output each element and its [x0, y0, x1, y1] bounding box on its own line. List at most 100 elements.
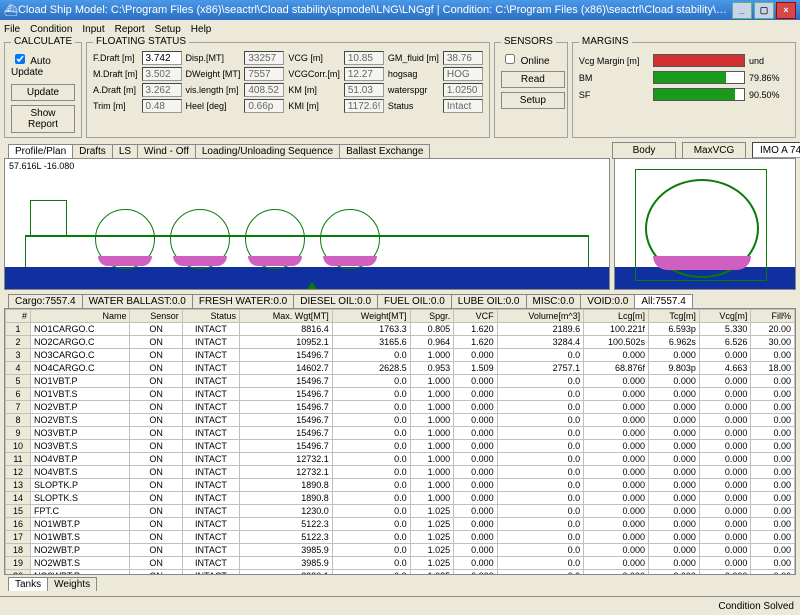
menu-input[interactable]: Input [82, 24, 104, 35]
table-row[interactable]: 15FPT.CONINTACT1230.00.01.0250.0000.00.0… [6, 505, 795, 518]
float-label: VCG [m] [288, 53, 340, 63]
table-row[interactable]: 16NO1WBT.PONINTACT5122.30.01.0250.0000.0… [6, 518, 795, 531]
column-header[interactable]: Max. Wgt[MT] [240, 310, 333, 323]
read-button[interactable]: Read [501, 71, 565, 88]
column-header[interactable]: Fill% [751, 310, 795, 323]
table-row[interactable]: 11NO4VBT.PONINTACT12732.10.01.0000.0000.… [6, 453, 795, 466]
maximize-button[interactable]: ▢ [754, 2, 774, 19]
float-value[interactable] [344, 99, 384, 113]
float-value[interactable] [142, 67, 182, 81]
float-value[interactable] [443, 99, 483, 113]
coord-readout: 57.616L -16.080 [9, 161, 74, 171]
column-header[interactable]: Vcg[m] [699, 310, 751, 323]
table-row[interactable]: 12NO4VBT.SONINTACT12732.10.01.0000.0000.… [6, 466, 795, 479]
float-value[interactable] [244, 99, 284, 113]
float-value[interactable] [443, 83, 483, 97]
profile-view[interactable]: 57.616L -16.080 [4, 158, 610, 290]
minimize-button[interactable]: _ [732, 2, 752, 19]
table-row[interactable]: 10NO3VBT.SONINTACT15496.70.01.0000.0000.… [6, 440, 795, 453]
table-row[interactable]: 9NO3VBT.PONINTACT15496.70.01.0000.0000.0… [6, 427, 795, 440]
tab[interactable]: WATER BALLAST:0.0 [82, 294, 193, 308]
menu-file[interactable]: File [4, 24, 20, 35]
tab[interactable]: LUBE OIL:0.0 [451, 294, 527, 308]
column-header[interactable]: Spgr. [410, 310, 453, 323]
table-row[interactable]: 14SLOPTK.SONINTACT1890.80.01.0000.0000.0… [6, 492, 795, 505]
criteria-select[interactable]: IMO A 749 Intact Criter… [752, 142, 800, 158]
table-row[interactable]: 17NO1WBT.SONINTACT5122.30.01.0250.0000.0… [6, 531, 795, 544]
float-value[interactable] [244, 83, 284, 97]
maxvcg-button[interactable]: MaxVCG [682, 142, 746, 159]
tab[interactable]: VOID:0.0 [580, 294, 635, 308]
table-row[interactable]: 6NO1VBT.SONINTACT15496.70.01.0000.0000.0… [6, 388, 795, 401]
tab[interactable]: Loading/Unloading Sequence [195, 144, 340, 158]
table-row[interactable]: 18NO2WBT.PONINTACT3985.90.01.0250.0000.0… [6, 544, 795, 557]
column-header[interactable]: Tcg[m] [649, 310, 700, 323]
column-header[interactable]: Lcg[m] [584, 310, 649, 323]
menu-condition[interactable]: Condition [30, 24, 72, 35]
float-value[interactable] [142, 51, 182, 65]
update-button[interactable]: Update [11, 84, 75, 101]
show-report-button[interactable]: Show Report [11, 105, 75, 133]
menu-help[interactable]: Help [191, 24, 212, 35]
body-button[interactable]: Body [612, 142, 676, 159]
tab[interactable]: Ballast Exchange [339, 144, 430, 158]
window-title: Cload Ship Model: C:\Program Files (x86)… [18, 4, 730, 16]
table-row[interactable]: 5NO1VBT.PONINTACT15496.70.01.0000.0000.0… [6, 375, 795, 388]
tab[interactable]: Wind - Off [137, 144, 196, 158]
menu-report[interactable]: Report [115, 24, 145, 35]
float-value[interactable] [443, 67, 483, 81]
column-header[interactable]: Status [182, 310, 239, 323]
menu-setup[interactable]: Setup [155, 24, 181, 35]
tab[interactable]: LS [112, 144, 138, 158]
table-row[interactable]: 20NO3WBT.PONINTACT3936.10.01.0250.0000.0… [6, 570, 795, 576]
tab[interactable]: Drafts [72, 144, 113, 158]
setup-button[interactable]: Setup [501, 92, 565, 109]
tank-grid[interactable]: #NameSensorStatusMax. Wgt[MT]Weight[MT]S… [4, 308, 796, 575]
float-label: Status [388, 101, 439, 111]
float-label: F.Draft [m] [93, 53, 138, 63]
online-checkbox[interactable]: Online [501, 56, 550, 67]
table-row[interactable]: 4NO4CARGO.CONINTACT14602.72628.50.9531.5… [6, 362, 795, 375]
table-row[interactable]: 3NO3CARGO.CONINTACT15496.70.01.0000.0000… [6, 349, 795, 362]
column-header[interactable]: VCF [454, 310, 497, 323]
float-value[interactable] [344, 83, 384, 97]
table-row[interactable]: 7NO2VBT.PONINTACT15496.70.01.0000.0000.0… [6, 401, 795, 414]
tab[interactable]: Profile/Plan [8, 144, 73, 158]
tab[interactable]: Cargo:7557.4 [8, 294, 83, 308]
float-label: KM [m] [288, 85, 340, 95]
float-label: GM_fluid [m] [388, 53, 439, 63]
column-header[interactable]: Sensor [130, 310, 182, 323]
float-value[interactable] [344, 67, 384, 81]
margin-bar [653, 54, 745, 67]
table-row[interactable]: 13SLOPTK.PONINTACT1890.80.01.0000.0000.0… [6, 479, 795, 492]
float-value[interactable] [142, 99, 182, 113]
column-header[interactable]: Volume[m^3] [497, 310, 584, 323]
float-value[interactable] [443, 51, 483, 65]
tab[interactable]: FUEL OIL:0.0 [377, 294, 452, 308]
column-header[interactable]: Name [31, 310, 130, 323]
floating-status-panel: FLOATING STATUS F.Draft [m]Disp.[MT]VCG … [86, 42, 490, 138]
tab[interactable]: Weights [47, 577, 97, 591]
tab[interactable]: FRESH WATER:0.0 [192, 294, 294, 308]
tab[interactable]: MISC:0.0 [526, 294, 582, 308]
auto-update-checkbox[interactable]: Auto Update [11, 56, 51, 78]
float-label: VCGCorr.[m] [288, 69, 340, 79]
tab[interactable]: DIESEL OIL:0.0 [293, 294, 378, 308]
table-row[interactable]: 2NO2CARGO.CONINTACT10952.13165.60.9641.6… [6, 336, 795, 349]
float-value[interactable] [244, 51, 284, 65]
table-row[interactable]: 8NO2VBT.SONINTACT15496.70.01.0000.0000.0… [6, 414, 795, 427]
float-label: waterspgr [388, 85, 439, 95]
float-value[interactable] [142, 83, 182, 97]
table-row[interactable]: 19NO2WBT.SONINTACT3985.90.01.0250.0000.0… [6, 557, 795, 570]
table-row[interactable]: 1NO1CARGO.CONINTACT8816.41763.30.8051.62… [6, 323, 795, 336]
body-view[interactable] [614, 158, 796, 290]
column-header[interactable]: Weight[MT] [332, 310, 410, 323]
float-label: Trim [m] [93, 101, 138, 111]
tab[interactable]: Tanks [8, 577, 48, 591]
float-value[interactable] [244, 67, 284, 81]
tab[interactable]: All:7557.4 [634, 294, 692, 308]
app-icon: ⛴ [4, 4, 18, 17]
column-header[interactable]: # [6, 310, 31, 323]
float-value[interactable] [344, 51, 384, 65]
close-button[interactable]: × [776, 2, 796, 19]
